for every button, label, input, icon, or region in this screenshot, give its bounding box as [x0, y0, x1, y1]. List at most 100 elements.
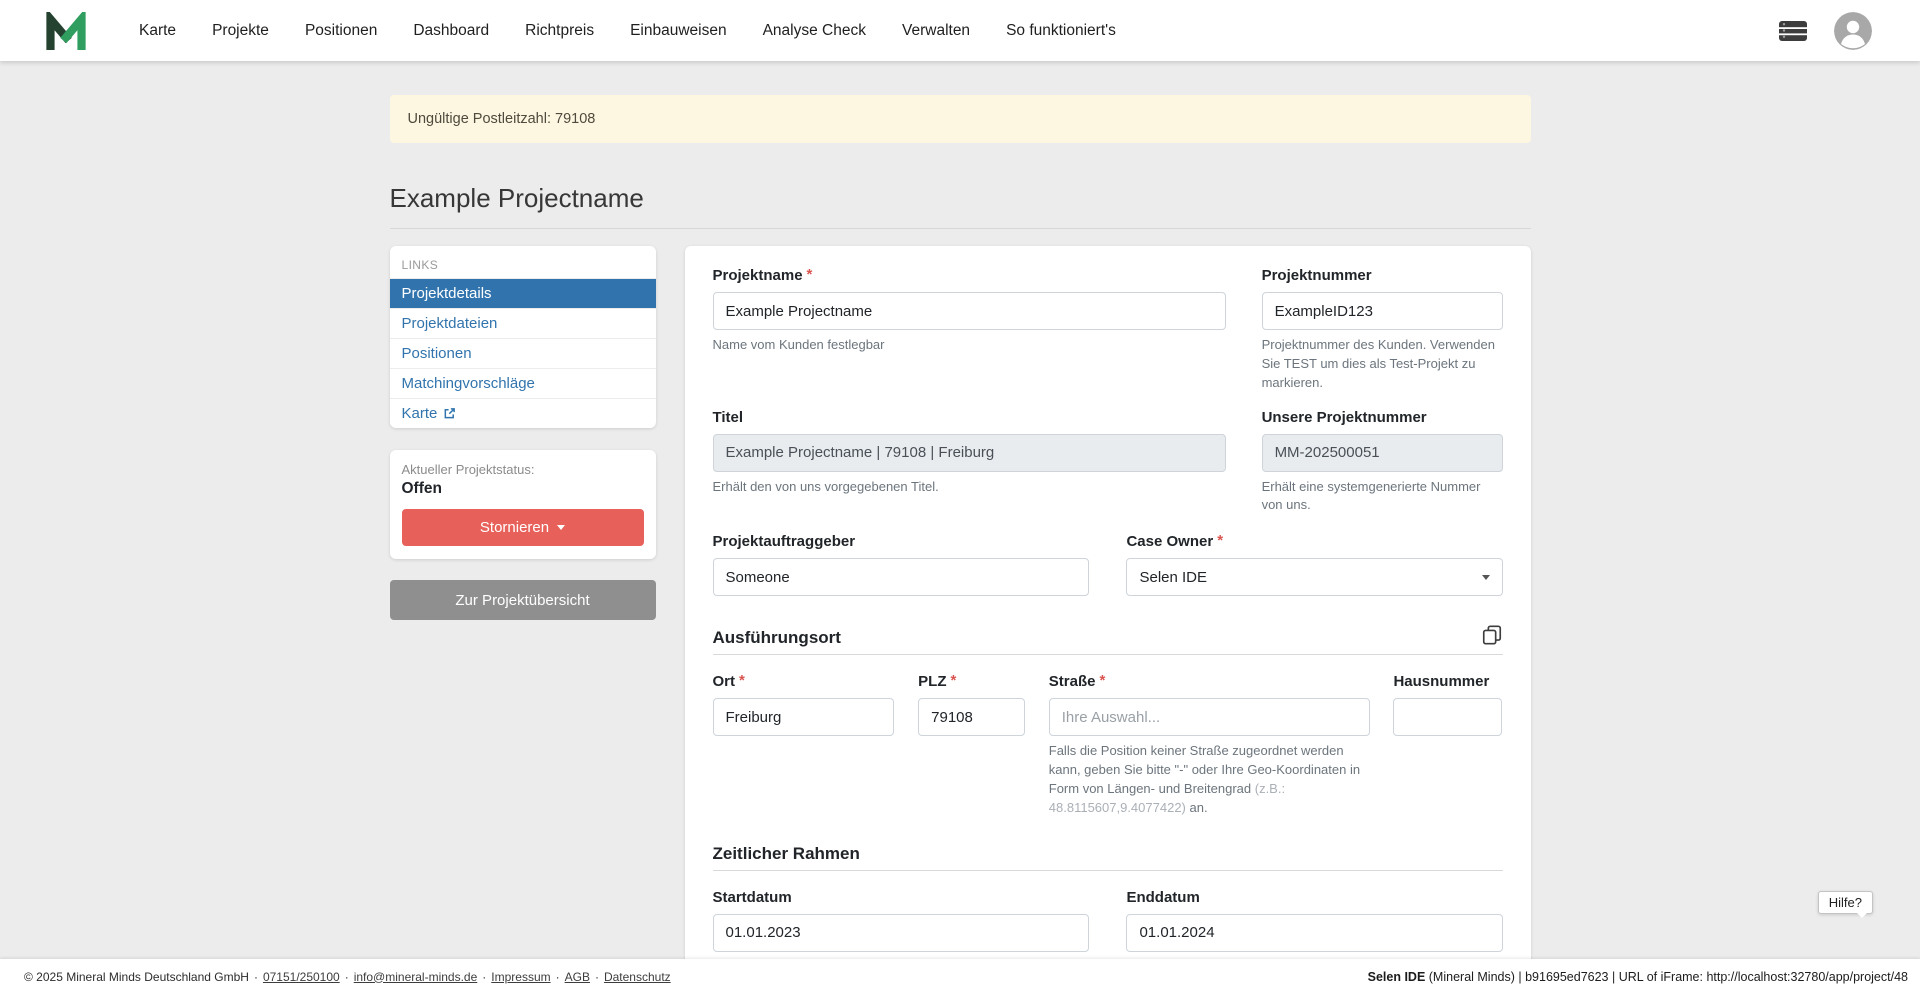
nav-item-dashboard[interactable]: Dashboard [413, 22, 489, 40]
label-text: Projektauftraggeber [713, 533, 856, 550]
label-text: Startdatum [713, 889, 792, 906]
nav-item-analyse-check[interactable]: Analyse Check [763, 22, 866, 40]
footer-link-phone[interactable]: 07151/250100 [263, 970, 340, 984]
server-icon[interactable] [1778, 19, 1808, 43]
footer-link-datenschutz[interactable]: Datenschutz [604, 970, 671, 984]
section-ausfuehrungsort: Ausführungsort [713, 624, 1503, 655]
hausnummer-label: Hausnummer [1393, 673, 1502, 690]
nav-item-verwalten[interactable]: Verwalten [902, 22, 970, 40]
sidebar-item-positionen[interactable]: Positionen [390, 338, 656, 368]
footer-left: © 2025 Mineral Minds Deutschland GmbH · … [24, 970, 671, 984]
project-status-value: Offen [402, 480, 644, 498]
projektauftraggeber-field: Projektauftraggeber [713, 533, 1089, 596]
footer-separator: · [254, 970, 258, 984]
page-title: Example Projectname [390, 183, 1531, 214]
section-title: Zeitlicher Rahmen [713, 844, 860, 864]
footer-link-email[interactable]: info@mineral-minds.de [354, 970, 478, 984]
session-details: (Mineral Minds) | b91695ed7623 | URL of … [1425, 970, 1908, 984]
projektnummer-help: Projektnummer des Kunden. Verwenden Sie … [1262, 336, 1503, 393]
links-card: LINKS Projektdetails Projektdateien Posi… [390, 246, 656, 428]
strasse-field: Straße * Falls die Position keiner Straß… [1049, 673, 1370, 817]
enddatum-label: Enddatum [1126, 889, 1502, 906]
unsere-projektnummer-field: Unsere Projektnummer Erhält eine systemg… [1262, 409, 1503, 516]
strasse-label: Straße * [1049, 673, 1370, 690]
required-marker: * [739, 672, 745, 689]
unsere-projektnummer-help: Erhält eine systemgenerierte Nummer von … [1262, 478, 1503, 516]
case-owner-value: Selen IDE [1139, 569, 1207, 586]
sidebar-item-projektdateien[interactable]: Projektdateien [390, 308, 656, 338]
projektname-help: Name vom Kunden festlegbar [713, 336, 1227, 355]
title-divider [390, 228, 1531, 229]
links-header: LINKS [390, 256, 656, 278]
navbar-right [1778, 12, 1872, 50]
copy-icon[interactable] [1481, 624, 1503, 648]
footer-separator: · [345, 970, 349, 984]
ort-label: Ort * [713, 673, 895, 690]
projektauftraggeber-input[interactable] [713, 558, 1089, 596]
left-sidebar: LINKS Projektdetails Projektdateien Posi… [390, 246, 656, 620]
titel-field: Titel Erhält den von uns vorgegebenen Ti… [713, 409, 1227, 516]
case-owner-field: Case Owner * Selen IDE [1126, 533, 1502, 596]
alert-text: Ungültige Postleitzahl: 79108 [408, 111, 596, 127]
startdatum-field: Startdatum [713, 889, 1089, 952]
projektname-input[interactable] [713, 292, 1227, 330]
project-overview-button[interactable]: Zur Projektübersicht [390, 580, 656, 620]
caret-down-icon [1482, 575, 1490, 580]
top-navbar: Karte Projekte Positionen Dashboard Rich… [0, 0, 1920, 61]
status-card: Aktueller Projektstatus: Offen Storniere… [390, 450, 656, 559]
enddatum-input[interactable] [1126, 914, 1502, 952]
projektnummer-label: Projektnummer [1262, 267, 1503, 284]
case-owner-select[interactable]: Selen IDE [1126, 558, 1502, 596]
sidebar-item-karte[interactable]: Karte [390, 398, 656, 428]
nav-item-richtpreis[interactable]: Richtpreis [525, 22, 594, 40]
plz-field: PLZ * [918, 673, 1025, 817]
unsere-projektnummer-label: Unsere Projektnummer [1262, 409, 1503, 426]
project-status-label: Aktueller Projektstatus: [402, 462, 644, 477]
alert-invalid-postcode: Ungültige Postleitzahl: 79108 [390, 95, 1531, 143]
titel-label: Titel [713, 409, 1227, 426]
stornieren-button[interactable]: Stornieren [402, 509, 644, 546]
nav-item-einbauweisen[interactable]: Einbauweisen [630, 22, 727, 40]
sidebar-item-matchingvorschlaege[interactable]: Matchingvorschläge [390, 368, 656, 398]
label-text: Hausnummer [1393, 673, 1489, 690]
required-marker: * [951, 672, 957, 689]
user-avatar[interactable] [1834, 12, 1872, 50]
label-text: Projektname [713, 267, 803, 284]
footer-separator: · [556, 970, 560, 984]
projektnummer-input[interactable] [1262, 292, 1503, 330]
section-title: Ausführungsort [713, 628, 841, 648]
plz-input[interactable] [918, 698, 1025, 736]
hausnummer-input[interactable] [1393, 698, 1502, 736]
footer: © 2025 Mineral Minds Deutschland GmbH · … [0, 959, 1920, 994]
label-text: Case Owner [1126, 533, 1213, 550]
brand-logo[interactable] [45, 12, 87, 50]
titel-help: Erhält den von uns vorgegebenen Titel. [713, 478, 1227, 497]
caret-down-icon [557, 525, 565, 530]
stornieren-label: Stornieren [480, 519, 549, 536]
nav-item-so-funktionierts[interactable]: So funktioniert's [1006, 22, 1116, 40]
sidebar-item-projektdetails[interactable]: Projektdetails [390, 278, 656, 308]
label-text: Projektnummer [1262, 267, 1372, 284]
strasse-input[interactable] [1049, 698, 1370, 736]
main-nav: Karte Projekte Positionen Dashboard Rich… [139, 22, 1116, 40]
label-text: Straße [1049, 673, 1096, 690]
project-details-form: Projektname * Name vom Kunden festlegbar… [685, 246, 1531, 959]
nav-item-projekte[interactable]: Projekte [212, 22, 269, 40]
hausnummer-field: Hausnummer [1393, 673, 1502, 817]
nav-item-karte[interactable]: Karte [139, 22, 176, 40]
footer-link-agb[interactable]: AGB [565, 970, 590, 984]
footer-separator: · [482, 970, 486, 984]
nav-item-positionen[interactable]: Positionen [305, 22, 377, 40]
mineral-minds-logo-icon [45, 12, 87, 50]
help-button[interactable]: Hilfe? [1818, 891, 1873, 914]
copyright-text: © 2025 Mineral Minds Deutschland GmbH [24, 970, 249, 984]
ort-input[interactable] [713, 698, 895, 736]
footer-separator: · [595, 970, 599, 984]
footer-link-impressum[interactable]: Impressum [491, 970, 550, 984]
startdatum-label: Startdatum [713, 889, 1089, 906]
startdatum-input[interactable] [713, 914, 1089, 952]
required-marker: * [807, 266, 813, 283]
label-text: Titel [713, 409, 744, 426]
main-content: Ungültige Postleitzahl: 79108 Example Pr… [0, 61, 1920, 959]
label-text: Ort [713, 673, 736, 690]
